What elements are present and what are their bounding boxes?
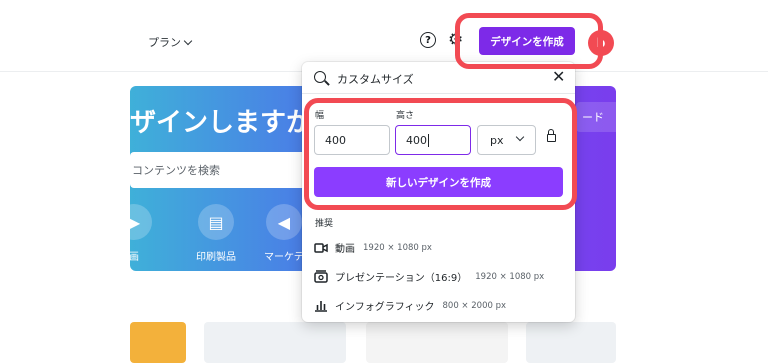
hero-search-placeholder: コンテンツを検索 [132,164,220,177]
recommended-item-name: インフォグラフィック [335,302,435,313]
recommended-item-size: 800 × 2000 px [442,300,507,311]
video-icon [313,241,328,255]
highlight-custom-size-section [304,98,577,210]
recommended-item-name: プレゼンテーション（16:9） [335,273,468,284]
search-icon [314,71,326,83]
category-video[interactable]: ▶ 画 [130,204,152,263]
template-thumbnail[interactable] [204,322,346,363]
close-icon[interactable]: ✕ [552,67,565,86]
highlight-create-button [455,13,603,69]
plan-menu-label: プラン [148,36,181,49]
hero-right-button[interactable]: ード [576,102,616,132]
category-print[interactable]: ▤ 印刷製品 [196,204,236,263]
chevron-down-icon [183,36,193,45]
template-thumbnail[interactable] [130,322,186,363]
recommended-item-infographic[interactable]: インフォグラフィック 800 × 2000 px [313,298,506,313]
category-marketing[interactable]: ◀ マーケテ [264,204,304,263]
presentation-icon [313,270,328,284]
megaphone-icon: ◀ [265,204,302,240]
recommended-item-size: 1920 × 1080 px [363,242,432,253]
recommended-item-size: 1920 × 1080 px [475,271,545,282]
category-print-label: 印刷製品 [196,252,236,263]
category-marketing-label: マーケテ [264,252,304,263]
recommended-item-name: 動画 [335,244,355,255]
help-icon[interactable]: ? [420,32,436,48]
video-camera-icon: ▶ [130,204,152,240]
printer-icon: ▤ [198,204,234,240]
panel-search-input[interactable]: カスタムサイズ [337,71,414,87]
recommended-heading: 推奨 [315,219,334,229]
plan-menu[interactable]: プラン [148,34,193,50]
recommended-item-video[interactable]: 動画 1920 × 1080 px [313,240,432,255]
category-video-label: 画 [130,252,139,263]
recommended-item-presentation[interactable]: プレゼンテーション（16:9） 1920 × 1080 px [313,269,544,284]
template-thumbnail[interactable] [366,322,508,363]
template-thumbnail[interactable] [526,322,616,363]
bar-chart-icon [313,299,328,313]
